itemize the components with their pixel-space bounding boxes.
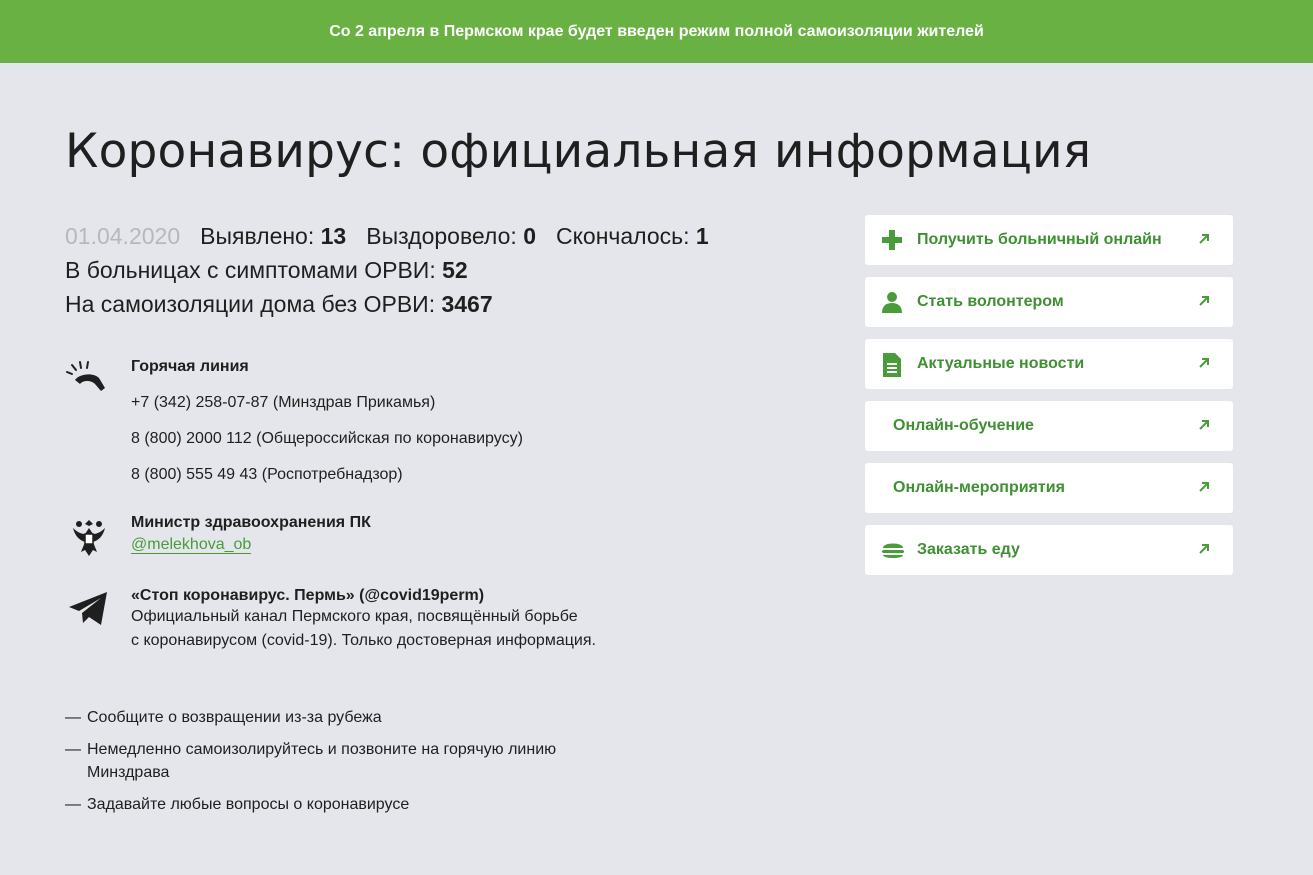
- minister-title: Министр здравоохранения ПК: [131, 514, 371, 531]
- minister-handle-wrap: @melekhova_ob: [131, 536, 371, 554]
- link-sick-leave[interactable]: Получить больничный онлайн: [865, 215, 1233, 265]
- page-title: Коронавирус: официальная информация: [65, 124, 1092, 179]
- plus-icon: [881, 229, 903, 251]
- phone-icon: [65, 358, 113, 406]
- stats-block: 01.04.2020 Выявлено: 13 Выздоровело: 0 Скон…: [65, 219, 729, 321]
- advice-item: — Сообщите о возвращении из-за рубежа: [65, 706, 556, 729]
- advice-list: — Сообщите о возвращении из-за рубежа — Не…: [65, 706, 556, 825]
- link-label: Онлайн-мероприятия: [893, 479, 1065, 496]
- link-label: Актуальные новости: [917, 355, 1085, 372]
- stat-home-label: На самоизоляции дома без ОРВИ:: [65, 291, 442, 317]
- advice-dash: —: [65, 709, 81, 726]
- stat-home-value: 3467: [441, 291, 493, 317]
- hotline-lines: +7 (342) 258-07-87 (Минздрав Прикамья) 8…: [131, 393, 523, 484]
- stat-detected-label: Выявлено:: [200, 223, 321, 249]
- stat-died: Скончалось: 1: [556, 223, 709, 249]
- link-online-learning[interactable]: Онлайн-обучение: [865, 401, 1233, 451]
- stats-row-home: На самоизоляции дома без ОРВИ: 3467: [65, 287, 729, 321]
- advice-text: Задавайте любые вопросы о коронавирусе: [87, 796, 410, 813]
- link-volunteer[interactable]: Стать волонтером: [865, 277, 1233, 327]
- stats-row-main: 01.04.2020 Выявлено: 13 Выздоровело: 0 Скон…: [65, 219, 729, 253]
- hotline-phone-3[interactable]: 8 (800) 555 49 43 (Роспотребнадзор): [131, 465, 523, 484]
- stat-recovered-label: Выздоровело:: [366, 223, 524, 249]
- advice-item: — Немедленно самоизолируйтесь и позвоните…: [65, 738, 556, 784]
- stats-date: 01.04.2020: [65, 223, 181, 249]
- stat-hospital-value: 52: [442, 257, 468, 283]
- hotline-phone-1[interactable]: +7 (342) 258-07-87 (Минздрав Прикамья): [131, 393, 523, 412]
- stat-hospital-label: В больницах с симптомами ОРВИ:: [65, 257, 443, 283]
- link-label: Получить больничный онлайн: [917, 231, 1162, 248]
- channel-title[interactable]: «Стоп коронавирус. Пермь» (@covid19perm): [131, 587, 596, 605]
- announcement-banner[interactable]: Со 2 апреля в Пермском крае будет введен…: [0, 0, 1313, 63]
- stat-died-value: 1: [695, 223, 709, 249]
- hotline-title: Горячая линия: [131, 358, 249, 375]
- stat-died-label: Скончалось:: [555, 223, 696, 249]
- banner-text: Со 2 апреля в Пермском крае будет введен…: [329, 22, 984, 40]
- minister-body: Министр здравоохранения ПК @melekhova_ob: [131, 514, 371, 554]
- advice-item: — Задавайте любые вопросы о коронавирусе: [65, 793, 556, 816]
- arrow-up-right-icon: [1197, 232, 1211, 246]
- arrow-up-right-icon: [1197, 294, 1211, 308]
- link-label: Онлайн-обучение: [893, 417, 1034, 434]
- advice-text: Немедленно самоизолируйтесь и позвоните …: [87, 741, 557, 758]
- stat-recovered: Выздоровело: 0: [366, 223, 536, 249]
- link-label: Стать волонтером: [917, 293, 1064, 310]
- quick-links: Получить больничный онлайн Стать волонте…: [865, 215, 1233, 587]
- hotline-body: Горячая линия +7 (342) 258-07-87 (Минздр…: [131, 358, 523, 484]
- arrow-up-right-icon: [1197, 480, 1211, 494]
- channel-description: Официальный канал Пермского края, посвящ…: [131, 605, 596, 653]
- coat-of-arms-icon: [65, 514, 113, 562]
- link-online-events[interactable]: Онлайн-мероприятия: [865, 463, 1233, 513]
- hotline-phone-2[interactable]: 8 (800) 2000 112 (Общероссийская по коро…: [131, 429, 523, 448]
- stat-detected-value: 13: [320, 223, 347, 249]
- channel-body: «Стоп коронавирус. Пермь» (@covid19perm)…: [131, 587, 596, 653]
- arrow-up-right-icon: [1197, 542, 1211, 556]
- channel-desc-line-1: Официальный канал Пермского края, посвящ…: [131, 608, 578, 625]
- advice-dash: —: [65, 741, 81, 758]
- stats-row-hospital: В больницах с симптомами ОРВИ: 52: [65, 253, 729, 287]
- advice-dash: —: [65, 796, 81, 813]
- stat-detected: Выявлено: 13: [200, 223, 346, 249]
- burger-icon: [881, 539, 904, 561]
- advice-text-cont: Минздрава: [87, 764, 170, 781]
- arrow-up-right-icon: [1197, 418, 1211, 432]
- link-label: Заказать еду: [917, 541, 1020, 558]
- person-icon: [881, 291, 903, 313]
- telegram-icon: [67, 589, 115, 637]
- link-order-food[interactable]: Заказать еду: [865, 525, 1233, 575]
- advice-text: Сообщите о возвращении из-за рубежа: [87, 709, 382, 726]
- minister-handle-link[interactable]: @melekhova_ob: [131, 536, 252, 554]
- link-news[interactable]: Актуальные новости: [865, 339, 1233, 389]
- channel-desc-line-2: с коронавирусом (covid-19). Только досто…: [131, 632, 596, 649]
- arrow-up-right-icon: [1197, 356, 1211, 370]
- document-icon: [881, 353, 903, 377]
- stat-recovered-value: 0: [523, 223, 536, 249]
